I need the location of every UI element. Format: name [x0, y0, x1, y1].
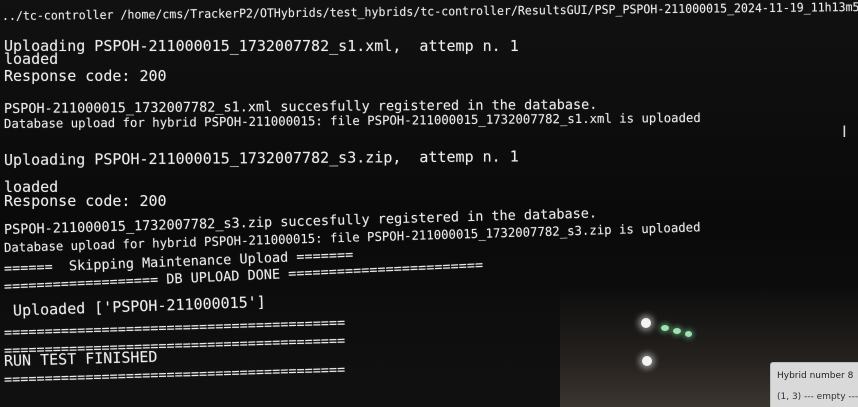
status-light-icon	[641, 318, 651, 328]
terminal-line: Database upload for hybrid PSPOH-2110000…	[3, 109, 701, 131]
terminal-window[interactable]: ../tc-controller /home/cms/TrackerP2/OTH…	[0, 0, 858, 407]
status-light-icon	[673, 328, 681, 334]
terminal-line: Response code: 200	[4, 192, 167, 210]
terminal-line: Uploaded ['PSPOH-211000015']	[3, 292, 267, 320]
terminal-line: Uploading PSPOH-211000015_1732007782_s3.…	[3, 147, 519, 169]
terminal-line: loaded	[4, 50, 59, 68]
terminal-path-line: ../tc-controller /home/cms/TrackerP2/OTH…	[1, 0, 858, 23]
terminal-line: Uploading PSPOH-211000015_1732007782_s1.…	[4, 37, 519, 55]
terminal-line: Response code: 200	[4, 67, 167, 85]
hybrid-slot-status: (1, 3) --- empty ---	[777, 392, 858, 402]
hybrid-panel[interactable]: Hybrid number 8 (1, 3) --- empty ---	[770, 362, 858, 407]
terminal-line: RUN TEST FINISHED	[3, 347, 158, 370]
ibeam-cursor-icon: Ⅰ	[842, 122, 847, 141]
status-light-icon	[661, 325, 669, 331]
status-light-icon	[642, 356, 652, 366]
status-light-icon	[685, 331, 692, 337]
hybrid-panel-title: Hybrid number 8	[777, 371, 854, 381]
